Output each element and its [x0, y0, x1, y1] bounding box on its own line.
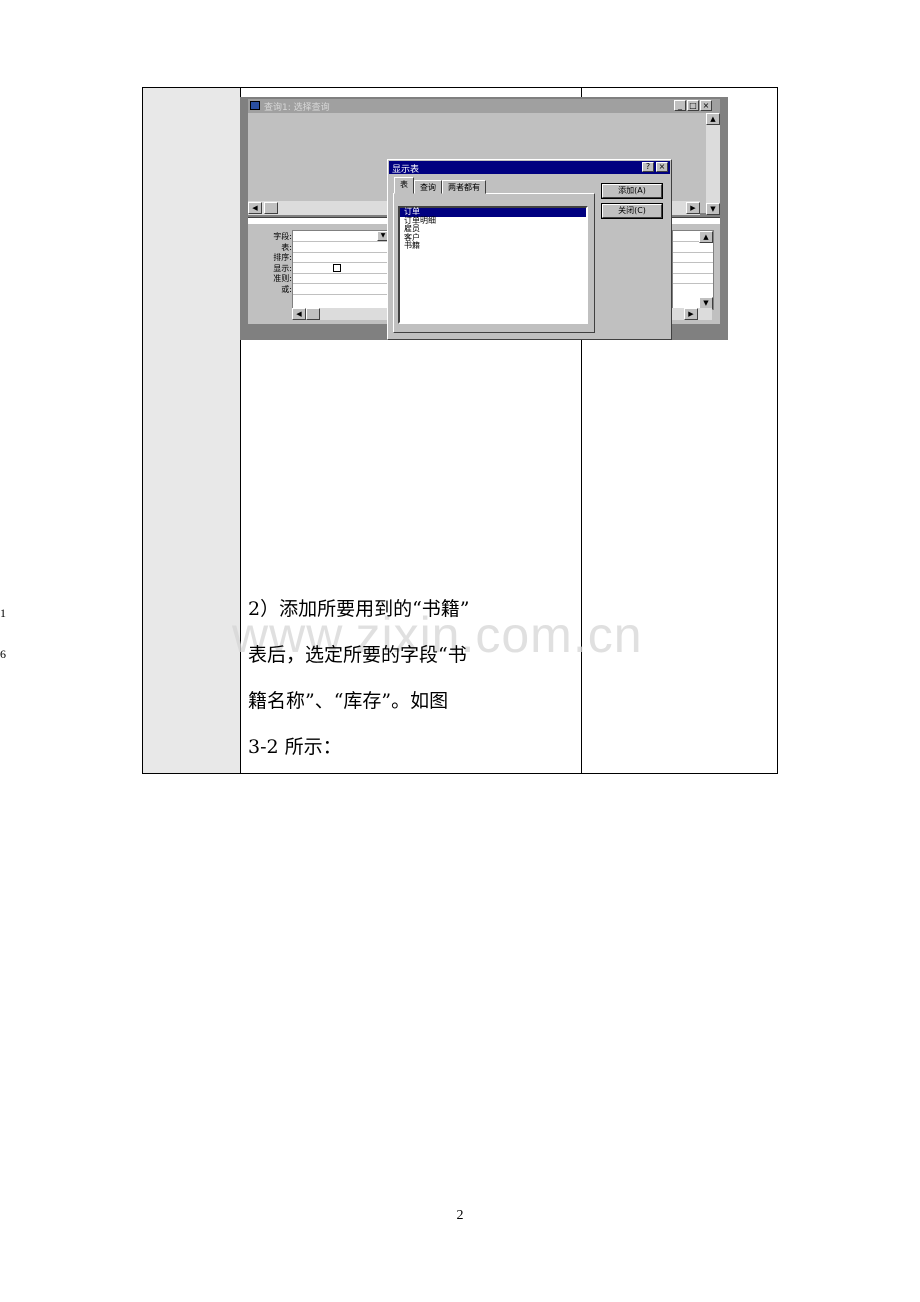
margin-number-2: 6 [0, 647, 6, 661]
paragraph-line-4: 3-2 所示： [248, 736, 342, 758]
close-button[interactable]: 关闭(C) [601, 203, 663, 219]
show-checkbox[interactable] [333, 264, 341, 272]
close-window-button[interactable]: × [700, 100, 712, 111]
row-label-sort: 排序: [273, 253, 292, 262]
table-pane-vscroll[interactable]: ▲ ▼ [706, 113, 720, 215]
close-icon[interactable]: × [656, 162, 668, 172]
grid-scroll-right-icon[interactable]: ▶ [684, 308, 698, 320]
row-label-or: 或: [281, 284, 292, 294]
row-label-table: 表: [281, 242, 292, 252]
query-window-titlebar: 查询1: 选择查询 _ □ × [248, 99, 720, 113]
scroll-up-icon[interactable]: ▲ [706, 113, 720, 125]
list-item-order-details[interactable]: 订单明细 [400, 216, 586, 226]
maximize-button[interactable]: □ [687, 100, 699, 111]
show-table-dialog: 显示表 ? × 表 查询 两者都有 订单 订单明细 雇员 客户 书籍 添加(A)… [387, 159, 672, 340]
paragraph-line-1: 2）添加所要用到的“书籍” [248, 598, 470, 620]
grid-hscroll[interactable]: ◀ [292, 308, 388, 320]
design-grid-right[interactable]: ▲ ▼ [672, 230, 714, 310]
help-icon[interactable]: ? [642, 162, 654, 172]
add-button[interactable]: 添加(A) [601, 183, 663, 199]
dialog-title: 显示表 [392, 165, 420, 175]
list-item-employees[interactable]: 雇员 [400, 224, 586, 234]
grid-row-labels: 字段: 表: 排序: 显示: 准则: 或: [248, 232, 292, 295]
margin-number-1: 1 [0, 606, 6, 620]
paragraph-line-3: 籍名称”、“库存”。如图 [248, 690, 449, 712]
tab-tables[interactable]: 表 [394, 177, 414, 194]
dialog-titlebar: 显示表 ? × [389, 161, 670, 175]
instruction-paragraph: 2）添加所要用到的“书籍” 表后，选定所要的字段“书 籍名称”、“库存”。如图 … [248, 586, 578, 770]
grid-scroll-up-icon[interactable]: ▲ [699, 231, 713, 243]
dialog-tabs: 表 查询 两者都有 [394, 177, 486, 194]
paragraph-line-2: 表后，选定所要的字段“书 [248, 644, 467, 666]
grid-scroll-left-icon[interactable]: ◀ [292, 308, 306, 320]
scroll-right-icon[interactable]: ▶ [686, 202, 700, 214]
table-listbox[interactable]: 订单 订单明细 雇员 客户 书籍 [398, 206, 588, 324]
query-window-icon [250, 101, 260, 110]
grid-hscroll-right[interactable]: ▶ [672, 308, 712, 320]
row-label-show: 显示: [273, 263, 292, 273]
grid-scroll-thumb[interactable] [306, 308, 320, 320]
query-window-title: 查询1: 选择查询 [264, 103, 330, 113]
page-number: 2 [456, 1208, 464, 1223]
tab-both[interactable]: 两者都有 [442, 180, 486, 194]
scroll-thumb[interactable] [264, 202, 278, 214]
design-grid-column[interactable]: ▼ [292, 230, 390, 310]
row-label-criteria: 准则: [273, 274, 292, 283]
scroll-left-icon[interactable]: ◀ [248, 202, 262, 214]
scroll-down-icon[interactable]: ▼ [706, 203, 720, 215]
embedded-screenshot: 查询1: 选择查询 _ □ × ▲ ▼ ◀ ▶ 字段: 表: 排序: 显示: 准… [240, 97, 728, 340]
tab-queries[interactable]: 查询 [414, 180, 442, 194]
list-item-customers[interactable]: 客户 [400, 233, 586, 243]
list-item-books[interactable]: 书籍 [400, 241, 586, 251]
minimize-button[interactable]: _ [674, 100, 686, 111]
row-label-field: 字段: [273, 232, 292, 241]
table-label-column [143, 88, 241, 773]
